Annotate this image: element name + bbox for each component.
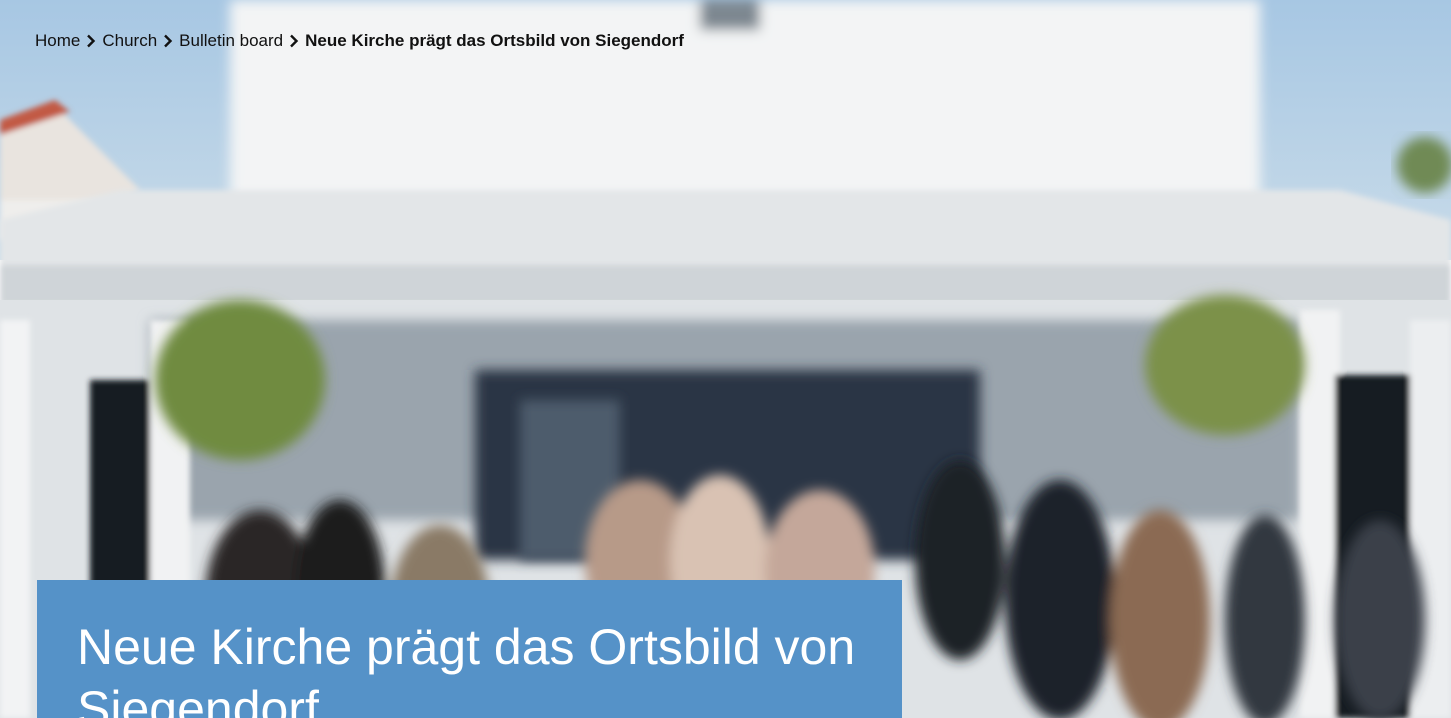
breadcrumb: Home Church Bulletin board Neue Kirche p… <box>35 31 684 51</box>
chevron-right-icon <box>287 34 301 48</box>
chevron-right-icon <box>161 34 175 48</box>
article-title-card: Neue Kirche prägt das Ortsbild von Siege… <box>37 580 902 718</box>
breadcrumb-link-home[interactable]: Home <box>35 31 80 51</box>
breadcrumb-link-church[interactable]: Church <box>102 31 157 51</box>
breadcrumb-link-bulletin-board[interactable]: Bulletin board <box>179 31 283 51</box>
article-hero: Home Church Bulletin board Neue Kirche p… <box>0 0 1451 718</box>
article-title: Neue Kirche prägt das Ortsbild von Siege… <box>77 619 856 718</box>
breadcrumb-current-page: Neue Kirche prägt das Ortsbild von Siege… <box>305 31 684 50</box>
chevron-right-icon <box>84 34 98 48</box>
